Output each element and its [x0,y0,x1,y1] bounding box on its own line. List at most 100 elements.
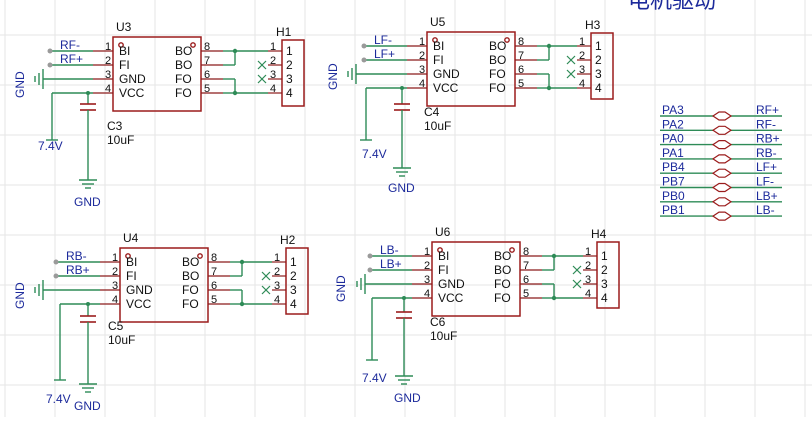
ground-label: GND [388,181,415,195]
supply-label: 7.4V [362,147,387,161]
pin-number: 3 [419,64,425,76]
pin-number: 4 [105,83,111,95]
pin-number: 5 [211,294,217,306]
pin-name: FI [119,58,130,72]
net-label: RB- [756,146,777,160]
header-pin-number: 1 [579,36,585,48]
input-net-label: RB+ [66,263,90,277]
header-pin-number: 1 [274,252,280,264]
pin-name: FI [126,269,137,283]
pin-number: 8 [204,41,210,53]
net-map: PA3 RF+ PA2 RF- PA0 RB+ PA1 RB- PB4 LF+ PB7 LF- PB0 L… [660,103,782,221]
header-pin-name: 4 [286,86,293,100]
input-net-label: LF+ [374,47,395,61]
pin-number: 3 [105,69,111,81]
header-pin-name: 3 [290,283,297,297]
net-port[interactable] [367,253,373,259]
pin-number: 7 [523,260,529,272]
header-pin-number: 1 [270,41,276,53]
header-pin-number: 3 [274,280,280,292]
header-pin-name: 1 [290,255,297,269]
header-pin-name: 2 [601,263,608,277]
net-label: RB+ [756,132,780,146]
pin-name: GND [438,277,465,291]
net-port[interactable] [47,48,53,54]
port-label: PB0 [662,189,685,203]
pin-name: BO [182,255,199,269]
header-pin-number: 4 [274,294,280,306]
ground-label: GND [13,71,27,98]
input-net-label: RF+ [60,52,83,66]
header-pin-number: 3 [579,64,585,76]
pin-number: 1 [419,36,425,48]
pin-name: GND [433,67,460,81]
pin-name: FO [489,67,506,81]
header-pin-name: 1 [286,44,293,58]
driver-block-u4: U4 1 BI 2 FI 3 GND 4 VCC 8 BO 7 BO 6 FO 5 FO RB-RB+ GND GND… [13,231,309,413]
ground-label: GND [326,63,340,90]
header-ref: H2 [280,233,296,247]
net-label: LB+ [756,189,778,203]
net-flag[interactable] [711,140,733,150]
pin-number: 8 [518,36,524,48]
net-label: RF+ [756,103,779,117]
net-port[interactable] [367,267,373,273]
port-label: PB1 [662,203,685,217]
ic-ref: U3 [116,20,132,34]
input-net-label: LB+ [380,257,402,271]
net-flag[interactable] [711,197,733,207]
pin-name: VCC [433,81,459,95]
ground-label: GND [394,391,421,405]
header-pin-name: 1 [595,39,602,53]
capacitor-value: 10uF [107,133,134,147]
pin-name: BI [119,44,130,58]
net-port[interactable] [53,273,59,279]
capacitor-value: 10uF [430,329,457,343]
net-flag[interactable] [711,111,733,121]
net-port[interactable] [53,259,59,265]
header-pin-name: 3 [595,67,602,81]
net-label: LB- [756,203,775,217]
net-flag[interactable] [711,168,733,178]
header-pin-number: 4 [270,83,276,95]
header-pin-number: 3 [585,274,591,286]
pin-name: BO [494,249,511,263]
driver-block-u3: U3 1 BI 2 FI 3 GND 4 VCC 8 BO 7 BO 6 FO 5 FO RF-RF+ GND GND… [13,20,305,209]
header-pin-number: 2 [579,50,585,62]
pin-name: BO [175,58,192,72]
input-net-label: LF- [374,33,392,47]
pin-number: 8 [211,252,217,264]
supply-label: 7.4V [46,392,71,406]
header-pin-number: 1 [585,246,591,258]
header-pin-name: 4 [601,291,608,305]
header-pin-number: 2 [274,266,280,278]
capacitor-ref: C3 [107,119,123,133]
pin-name: BI [433,39,444,53]
ic-ref: U5 [430,15,446,29]
net-flag[interactable] [711,154,733,164]
net-label: LF- [756,175,774,189]
capacitor-ref: C4 [424,105,440,119]
driver-block-u6: U6 1 BI 2 FI 3 GND 4 VCC 8 BO 7 BO 6 FO 5 FO LB-LB+ GND GND… [334,225,620,405]
driver-blocks: U3 1 BI 2 FI 3 GND 4 VCC 8 BO 7 BO 6 FO 5 FO RF-RF+ GND GND… [13,15,620,413]
net-port[interactable] [361,57,367,63]
schematic-svg: 电机驱动 U31 BI2 FI3 GND4 VCC8BO7BO6FO5FORF-RF+G… [0,0,812,417]
pin-name: FO [182,297,199,311]
pin-name: BO [175,44,192,58]
pin-number: 1 [112,252,118,264]
supply-label: 7.4V [362,371,387,385]
ground-label: GND [13,282,27,309]
net-port[interactable] [47,62,53,68]
pin-number: 5 [523,288,529,300]
header-pin-name: 2 [286,58,293,72]
pin-number: 7 [211,266,217,278]
net-flag[interactable] [711,211,733,221]
net-port[interactable] [361,43,367,49]
pin-number: 7 [518,50,524,62]
pin-name: GND [119,72,146,86]
input-net-label: RB- [66,249,87,263]
sheet-title: 电机驱动 [628,0,716,13]
net-flag[interactable] [711,125,733,135]
header-pin-name: 4 [595,81,602,95]
ic-ref: U4 [123,231,139,245]
